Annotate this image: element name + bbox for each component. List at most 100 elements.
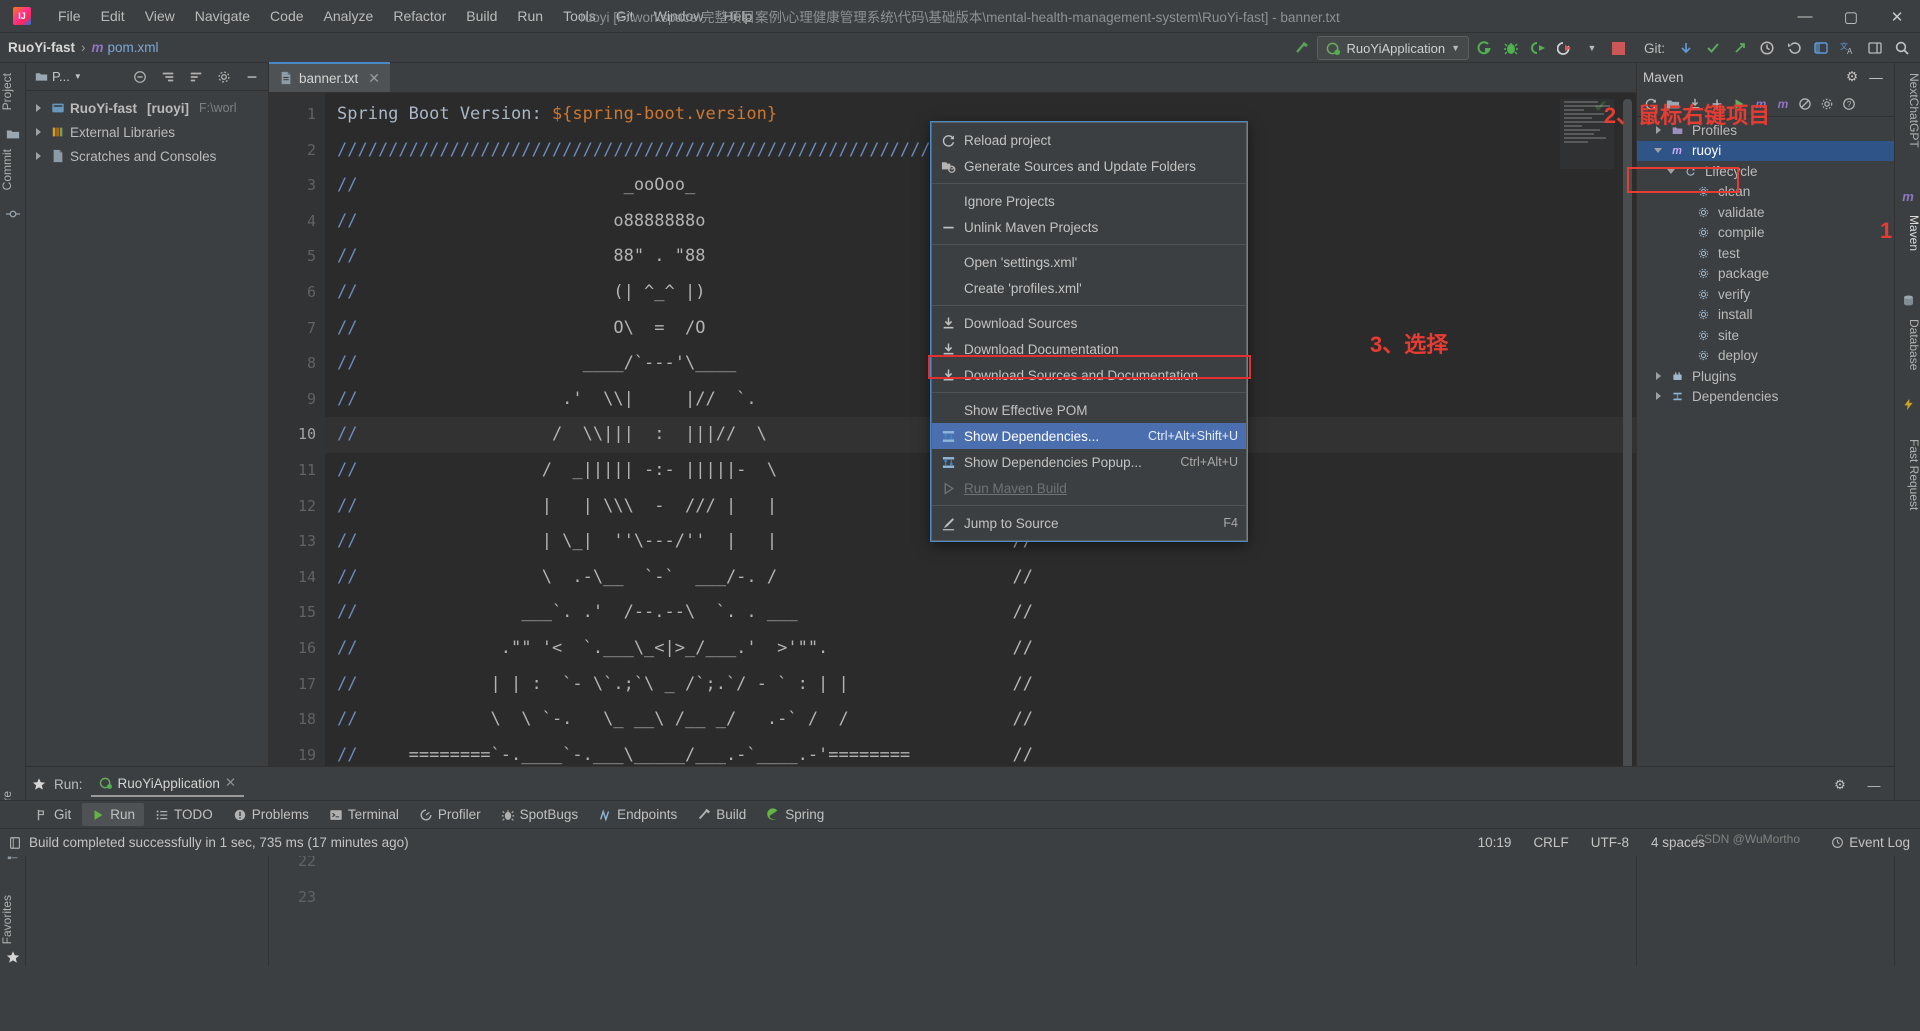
line-number[interactable]: 1: [269, 97, 325, 133]
run-configuration-selector[interactable]: RuoYiApplication ▼: [1316, 36, 1469, 60]
code-line[interactable]: // \ .-\__ `-` ___/-. / //: [325, 560, 1636, 596]
sidebar-item-favorites[interactable]: Favorites: [0, 889, 26, 950]
run-hide-icon[interactable]: —: [1862, 773, 1886, 797]
menu-item-code[interactable]: Code: [260, 4, 313, 28]
line-number[interactable]: 14: [269, 560, 325, 596]
menu-item-build[interactable]: Build: [456, 4, 507, 28]
context-menu-item-generate-sources-and-update-folders[interactable]: Generate Sources and Update Folders: [932, 153, 1246, 179]
sidebar-item-maven[interactable]: Maven: [1895, 209, 1920, 257]
maven-tree-node-install[interactable]: install: [1637, 305, 1894, 326]
line-number[interactable]: 16: [269, 631, 325, 667]
code-line[interactable]: // ___`. .' /--.--\ `. . ___ //: [325, 595, 1636, 631]
context-menu-item-download-sources[interactable]: Download Sources: [932, 310, 1246, 336]
status-encoding[interactable]: UTF-8: [1591, 835, 1629, 850]
menu-item-refactor[interactable]: Refactor: [383, 4, 456, 28]
close-icon[interactable]: ✕: [368, 70, 380, 87]
maven-tree-node-dependencies[interactable]: Dependencies: [1637, 387, 1894, 408]
chevron-right-icon[interactable]: [1654, 391, 1665, 402]
line-number[interactable]: 3: [269, 168, 325, 204]
bottom-tab-profiler[interactable]: Profiler: [410, 803, 490, 826]
maven-tree-node-site[interactable]: site: [1637, 325, 1894, 346]
tree-node-scratches-and-consoles[interactable]: Scratches and Consoles: [26, 144, 268, 168]
chevron-down-icon[interactable]: ▼: [1451, 43, 1460, 53]
collapse-all-icon[interactable]: [128, 65, 152, 89]
menu-item-edit[interactable]: Edit: [91, 4, 135, 28]
line-number[interactable]: 11: [269, 453, 325, 489]
line-number[interactable]: 13: [269, 524, 325, 560]
maven-tree-node-ruoyi[interactable]: m ruoyi: [1637, 140, 1894, 161]
build-project-icon[interactable]: [1472, 36, 1496, 60]
sidebar-item-nextchatgpt[interactable]: NextChatGPT: [1895, 67, 1920, 154]
line-number[interactable]: 5: [269, 239, 325, 275]
line-number[interactable]: 18: [269, 702, 325, 738]
line-number[interactable]: 12: [269, 489, 325, 525]
editor-tab-banner[interactable]: banner.txt ✕: [269, 62, 391, 92]
line-number[interactable]: 10: [269, 417, 325, 453]
maven-tree-node-compile[interactable]: compile: [1637, 223, 1894, 244]
maven-tree-node-test[interactable]: test: [1637, 243, 1894, 264]
sidebar-item-project[interactable]: Project: [0, 67, 26, 116]
bottom-tab-run[interactable]: Run: [82, 803, 145, 826]
build-hammer-icon[interactable]: [1290, 36, 1314, 60]
event-log-button[interactable]: Event Log: [1831, 835, 1910, 850]
maximize-button[interactable]: ▢: [1828, 0, 1874, 33]
git-update-icon[interactable]: [1674, 36, 1698, 60]
bottom-tab-spotbugs[interactable]: SpotBugs: [492, 803, 588, 826]
git-history-icon[interactable]: [1755, 36, 1779, 60]
search-everywhere-panel-icon[interactable]: [1809, 36, 1833, 60]
chevron-right-icon[interactable]: [34, 103, 45, 114]
bottom-tab-spring[interactable]: Spring: [757, 803, 833, 826]
context-menu-item-jump-to-source[interactable]: Jump to Source F4: [932, 510, 1246, 536]
line-number[interactable]: 7: [269, 311, 325, 347]
editor-scrollbar[interactable]: [1623, 99, 1632, 799]
sidebar-item-database[interactable]: Database: [1895, 313, 1920, 376]
rerun-icon[interactable]: [1553, 36, 1577, 60]
maven-settings-gear-icon[interactable]: ⚙: [1840, 65, 1864, 89]
maven-hide-icon[interactable]: —: [1864, 65, 1888, 89]
line-number[interactable]: 2: [269, 133, 325, 169]
close-button[interactable]: ✕: [1874, 0, 1920, 33]
chevron-right-icon[interactable]: [34, 151, 45, 162]
toggle-offline-icon[interactable]: m: [1773, 94, 1793, 114]
debug-icon[interactable]: [1499, 36, 1523, 60]
bottom-tab-endpoints[interactable]: Endpoints: [589, 803, 686, 826]
run-tab-ruoyiapplication[interactable]: RuoYiApplication ✕: [90, 771, 245, 797]
undo-icon[interactable]: [1782, 36, 1806, 60]
code-line[interactable]: // \ \ `-. \_ __\ /__ _/ .-` / / //: [325, 702, 1636, 738]
sort-icon[interactable]: [184, 65, 208, 89]
menu-item-file[interactable]: File: [48, 4, 91, 28]
sidebar-item-commit[interactable]: Commit: [0, 143, 26, 196]
line-number[interactable]: 6: [269, 275, 325, 311]
maven-context-menu[interactable]: Reload project Generate Sources and Updat…: [931, 122, 1247, 541]
maven-tree-node-verify[interactable]: verify: [1637, 284, 1894, 305]
bottom-tab-build[interactable]: Build: [688, 803, 755, 826]
git-push-icon[interactable]: [1728, 36, 1752, 60]
status-line-separator[interactable]: CRLF: [1533, 835, 1568, 850]
code-line[interactable]: // | | : `- \`.;`\ _ /`;.`/ - ` : | | //: [325, 667, 1636, 703]
context-menu-item-reload-project[interactable]: Reload project: [932, 127, 1246, 153]
breadcrumb-project[interactable]: RuoYi-fast: [8, 40, 75, 55]
close-icon-run-tab[interactable]: ✕: [225, 775, 236, 791]
line-number[interactable]: 8: [269, 346, 325, 382]
git-commit-icon[interactable]: [1701, 36, 1725, 60]
layout-icon[interactable]: [1863, 36, 1887, 60]
bottom-tab-problems[interactable]: Problems: [224, 803, 318, 826]
context-menu-item-download-documentation[interactable]: Download Documentation: [932, 336, 1246, 362]
project-view-selector[interactable]: P... ▼: [30, 67, 87, 86]
skip-tests-icon[interactable]: [1795, 94, 1815, 114]
minimize-button[interactable]: —: [1782, 0, 1828, 33]
context-menu-item-show-dependencies[interactable]: Show Dependencies... Ctrl+Alt+Shift+U: [932, 423, 1246, 449]
context-menu-item-download-sources-and-documentation[interactable]: Download Sources and Documentation: [932, 362, 1246, 388]
bottom-tab-terminal[interactable]: Terminal: [320, 803, 408, 826]
chevron-right-icon[interactable]: [34, 127, 45, 138]
line-number[interactable]: 4: [269, 204, 325, 240]
tree-node-external-libraries[interactable]: External Libraries: [26, 120, 268, 144]
chevron-down-icon[interactable]: [1654, 145, 1665, 156]
maven-tree-node-deploy[interactable]: deploy: [1637, 346, 1894, 367]
context-menu-item-ignore-projects[interactable]: Ignore Projects: [932, 188, 1246, 214]
stop-button[interactable]: [1607, 36, 1631, 60]
run-with-coverage-icon[interactable]: [1526, 36, 1550, 60]
line-number[interactable]: 9: [269, 382, 325, 418]
context-menu-item-show-dependencies-popup[interactable]: Show Dependencies Popup... Ctrl+Alt+U: [932, 449, 1246, 475]
maven-help-icon[interactable]: ?: [1839, 94, 1859, 114]
